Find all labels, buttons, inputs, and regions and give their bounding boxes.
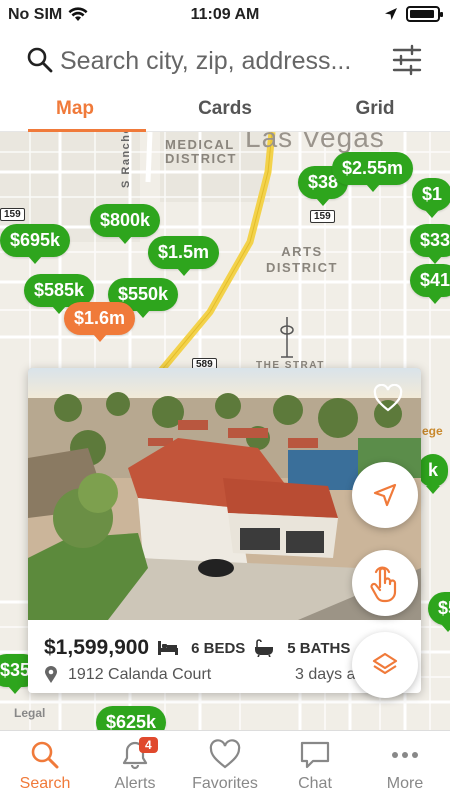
chat-icon	[300, 741, 330, 769]
search-icon[interactable]	[26, 46, 54, 74]
battery-icon	[406, 6, 443, 22]
more-icon	[392, 752, 418, 758]
tabbar-label: More	[386, 775, 424, 792]
bottom-tab-bar: Search 4 Alerts Favorites Chat More	[0, 730, 450, 800]
listing-address: 1912 Calanda Court	[68, 666, 212, 683]
map-layers-button[interactable]	[352, 632, 418, 698]
tabbar-label: Search	[19, 775, 71, 792]
listing-price: $1,599,900	[44, 636, 150, 659]
tabbar-item-chat[interactable]: Chat	[270, 731, 360, 800]
bath-icon	[255, 639, 274, 657]
road-sign-159-west: 159	[0, 208, 25, 221]
tabbar-item-more[interactable]: More	[360, 731, 450, 800]
hand-pointer-icon	[370, 566, 397, 603]
map-label-rancho: S Rancho Dr	[120, 132, 132, 188]
tabbar-item-search[interactable]: Search	[0, 731, 90, 800]
price-pin[interactable]: $33	[410, 224, 450, 264]
tabbar-label: Favorites	[192, 775, 258, 792]
search-bar	[0, 36, 450, 86]
status-right	[384, 6, 443, 22]
price-pin[interactable]: $41	[410, 264, 450, 304]
map-label-medical-district: MEDICAL DISTRICT	[165, 137, 237, 166]
price-pin[interactable]: $1	[412, 178, 450, 218]
tab-grid[interactable]: Grid	[300, 92, 450, 131]
price-pin-selected[interactable]: $1.6m	[64, 302, 136, 342]
map-label-arts-district: ARTS DISTRICT	[266, 244, 338, 275]
filter-sliders-icon[interactable]	[392, 44, 422, 76]
price-pin[interactable]: $695k	[0, 224, 71, 264]
tabbar-item-alerts[interactable]: 4 Alerts	[90, 731, 180, 800]
search-icon	[31, 741, 59, 769]
listing-beds: 6 BEDS	[191, 639, 246, 657]
map-label-legal[interactable]: Legal	[14, 706, 45, 720]
location-arrow-icon	[385, 8, 397, 20]
price-pin[interactable]: $800k	[90, 204, 161, 244]
view-tabs: Map Cards Grid	[0, 92, 450, 132]
price-pin[interactable]: $1.5m	[148, 236, 220, 276]
status-time: 11:09 AM	[190, 6, 260, 23]
bed-icon	[158, 641, 179, 655]
favorite-heart-icon[interactable]	[373, 384, 403, 412]
heart-icon	[209, 739, 241, 769]
location-pin-icon	[45, 666, 57, 683]
road-sign-159-east: 159	[310, 210, 335, 223]
tabbar-item-favorites[interactable]: Favorites	[180, 731, 270, 800]
tab-map[interactable]: Map	[0, 92, 150, 132]
draw-search-button[interactable]	[352, 550, 418, 616]
price-pin[interactable]: k	[418, 454, 449, 494]
navigation-arrow-icon	[373, 483, 397, 507]
listing-address-row: 1912 Calanda Court	[44, 666, 211, 684]
listing-days-on-market: 3 days a	[295, 666, 356, 683]
price-pin[interactable]: $625k	[96, 706, 167, 730]
status-bar: No SIM 11:09 AM	[0, 0, 450, 30]
layers-icon	[372, 652, 398, 675]
tabbar-label: Chat	[298, 775, 332, 792]
price-pin[interactable]: $2.55m	[332, 152, 414, 192]
search-input[interactable]	[60, 44, 380, 78]
tabbar-label: Alerts	[114, 775, 156, 792]
map-view[interactable]: Las Vegas MEDICAL DISTRICT ARTS DISTRICT…	[0, 132, 450, 730]
listing-price-row: $1,599,900 6 BEDS 5 BATHS	[44, 636, 350, 660]
listing-baths: 5 BATHS	[287, 639, 351, 657]
locate-me-button[interactable]	[352, 462, 418, 528]
tab-cards[interactable]: Cards	[150, 92, 300, 131]
alerts-badge: 4	[139, 737, 158, 753]
map-label-college: ege	[422, 424, 443, 438]
map-label-city: Las Vegas	[245, 132, 385, 153]
